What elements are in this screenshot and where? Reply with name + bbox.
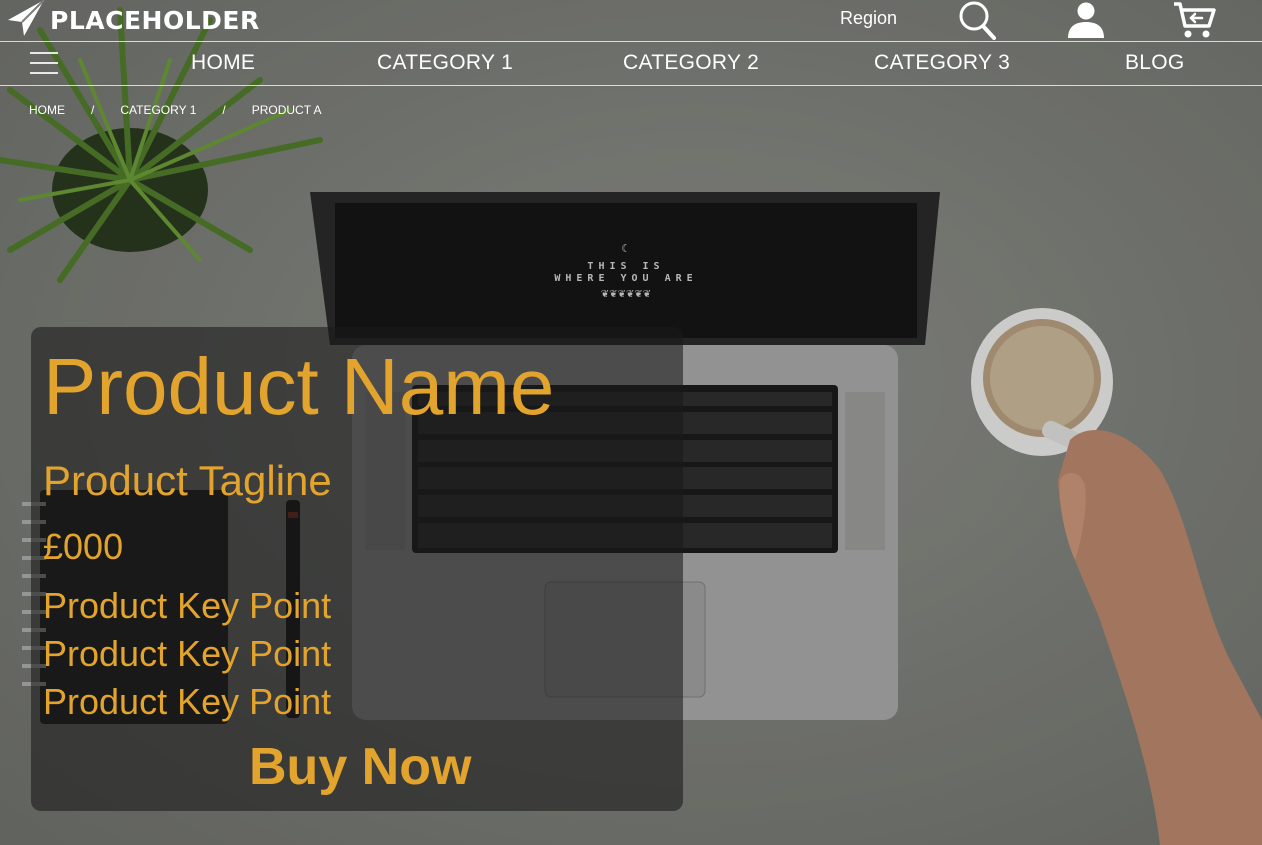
nav-item-category-2[interactable]: CATEGORY 2 bbox=[623, 51, 759, 75]
user-icon[interactable] bbox=[1064, 0, 1108, 40]
product-price: £000 bbox=[43, 526, 124, 567]
nav-item-home[interactable]: HOME bbox=[191, 51, 255, 75]
breadcrumb-separator: / bbox=[222, 103, 226, 117]
main-nav: HOME CATEGORY 1 CATEGORY 2 CATEGORY 3 BL… bbox=[0, 42, 1262, 85]
breadcrumb-home[interactable]: HOME bbox=[29, 103, 65, 117]
brand-logo[interactable]: PLACEHOLDER bbox=[6, 0, 260, 40]
cart-icon[interactable] bbox=[1172, 0, 1216, 40]
logo-arrow-icon bbox=[6, 0, 46, 43]
nav-item-category-3[interactable]: CATEGORY 3 bbox=[874, 51, 1010, 75]
breadcrumb: HOME / CATEGORY 1 / PRODUCT A bbox=[29, 103, 322, 117]
nav-item-blog[interactable]: BLOG bbox=[1125, 51, 1185, 75]
breadcrumb-separator: / bbox=[91, 103, 95, 117]
product-key-point: Product Key Point bbox=[43, 681, 332, 722]
buy-now-button[interactable]: Buy Now bbox=[249, 737, 471, 797]
product-key-point: Product Key Point bbox=[43, 633, 332, 674]
hamburger-menu-icon[interactable] bbox=[30, 52, 58, 74]
breadcrumb-current: PRODUCT A bbox=[251, 103, 322, 117]
brand-name: PLACEHOLDER bbox=[50, 5, 260, 35]
header-divider-bottom bbox=[0, 85, 1262, 86]
region-selector[interactable]: Region bbox=[840, 8, 897, 29]
nav-item-category-1[interactable]: CATEGORY 1 bbox=[377, 51, 513, 75]
product-tagline: Product Tagline bbox=[43, 457, 332, 504]
product-name: Product Name bbox=[43, 342, 555, 431]
breadcrumb-category-1[interactable]: CATEGORY 1 bbox=[120, 103, 196, 117]
product-key-point: Product Key Point bbox=[43, 585, 332, 626]
search-icon[interactable] bbox=[955, 0, 999, 40]
site-header: PLACEHOLDER Region HOME CATEGORY 1 CATEG… bbox=[0, 0, 1262, 86]
product-card: Product Name Product Tagline £000 Produc… bbox=[31, 327, 683, 811]
